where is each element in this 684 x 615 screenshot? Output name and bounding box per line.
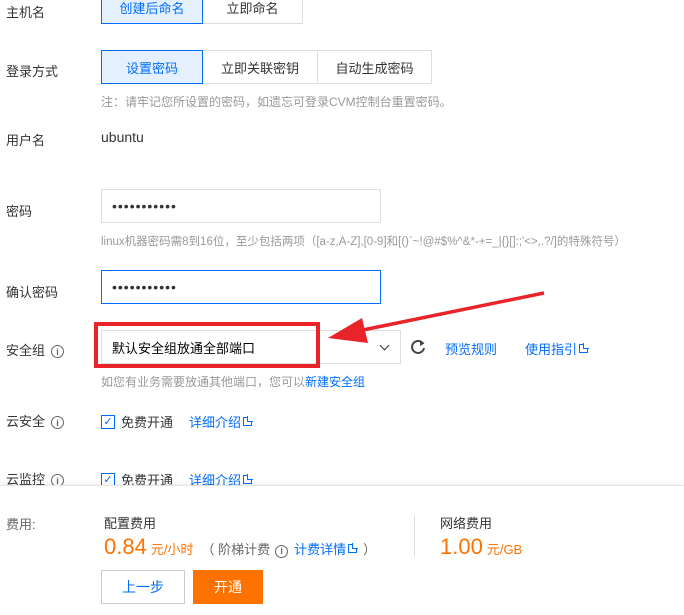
cloud-security-checkbox-label: 免费开通: [121, 415, 174, 430]
config-price: 0.84: [104, 534, 147, 559]
cloud-security-checkbox[interactable]: ✓ 免费开通: [101, 412, 173, 431]
tier-billing-close: ）: [363, 542, 377, 557]
config-fee-title: 配置费用: [104, 516, 157, 531]
password-input[interactable]: •••••••••••: [101, 189, 381, 223]
login-option-key[interactable]: 立即关联密钥: [202, 50, 318, 84]
network-price-unit: 元/GB: [486, 542, 523, 557]
security-group-label-text: 安全组: [6, 343, 46, 358]
prev-step-button[interactable]: 上一步: [101, 570, 185, 604]
external-link-icon: [579, 343, 590, 353]
network-fee-row: 1.00 元/GB: [440, 534, 522, 560]
cloud-security-label: 云安全 i: [6, 411, 65, 430]
annotation-highlight-box: [94, 322, 320, 368]
password-rule-hint: linux机器密码需8到16位，至少包括两项（[a-z,A-Z],[0-9]和[…: [101, 236, 626, 248]
username-value: ubuntu: [101, 129, 144, 145]
login-label: 登录方式: [6, 64, 59, 79]
network-fee-title: 网络费用: [440, 516, 493, 531]
config-fee-row: 0.84 元/小时 （ 阶梯计费 i 计费详情 ）: [104, 534, 376, 560]
checkmark-icon: ✓: [101, 414, 115, 429]
security-group-hint-text: 如您有业务需要放通其他端口，您可以: [101, 375, 306, 389]
config-price-unit: 元/小时: [150, 542, 194, 557]
fee-footer: 费用: 配置费用 0.84 元/小时 （ 阶梯计费 i 计费详情 ） 网络费用 …: [0, 485, 684, 615]
hostname-option-now[interactable]: 立即命名: [202, 0, 303, 24]
billing-detail-link[interactable]: 计费详情: [294, 539, 359, 558]
info-icon[interactable]: i: [275, 544, 289, 558]
password-reminder-note: 注：请牢记您所设置的密码，如遗忘可登录CVM控制台重置密码。: [101, 95, 452, 109]
external-link-icon: [348, 543, 359, 553]
info-icon[interactable]: i: [51, 416, 65, 430]
external-link-icon: [243, 416, 254, 426]
hostname-label: 主机名: [6, 5, 46, 20]
fee-label: 费用:: [6, 517, 36, 532]
security-group-hint: 如您有业务需要放通其他端口，您可以新建安全组: [101, 373, 365, 390]
login-option-auto[interactable]: 自动生成密码: [317, 50, 432, 84]
submit-button[interactable]: 开通: [193, 570, 263, 604]
info-icon[interactable]: i: [51, 345, 65, 359]
username-label: 用户名: [6, 133, 46, 148]
password-label: 密码: [6, 204, 33, 219]
cloud-security-label-text: 云安全: [6, 414, 46, 429]
network-price: 1.00: [440, 534, 483, 559]
hostname-option-later[interactable]: 创建后命名: [101, 0, 203, 24]
login-method-segmented: 设置密码 立即关联密钥 自动生成密码: [101, 50, 432, 84]
cloud-security-detail-link[interactable]: 详细介绍: [189, 412, 254, 431]
billing-detail-link-text: 计费详情: [294, 542, 347, 557]
tier-billing-text: （ 阶梯计费: [201, 542, 271, 557]
create-security-group-link[interactable]: 新建安全组: [305, 375, 365, 389]
fee-divider: [414, 516, 415, 556]
cloud-security-detail-link-text: 详细介绍: [189, 415, 242, 430]
external-link-icon: [243, 474, 254, 484]
confirm-password-label: 确认密码: [6, 285, 59, 300]
hostname-segmented: 创建后命名 立即命名: [101, 0, 303, 24]
security-group-label: 安全组 i: [6, 340, 65, 359]
login-option-password[interactable]: 设置密码: [101, 50, 203, 84]
annotation-arrow-icon: [328, 291, 545, 343]
